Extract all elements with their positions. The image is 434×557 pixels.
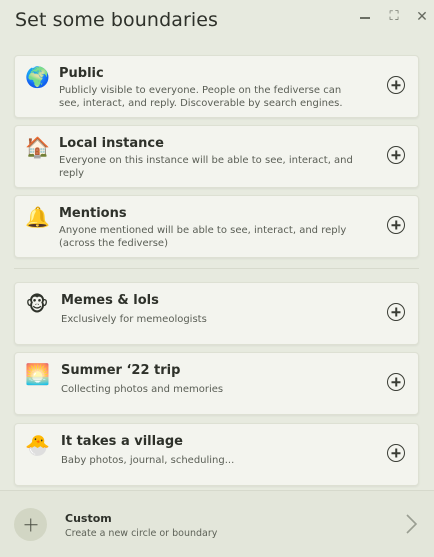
boundary-title: Mentions [59, 206, 127, 221]
circle-description: Exclusively for memeologists [61, 314, 207, 325]
add-circle-button[interactable] [387, 444, 405, 462]
section-divider [14, 268, 419, 269]
add-circle-button[interactable] [387, 303, 405, 321]
sunset-icon: 🌅 [25, 362, 50, 386]
circle-summer-trip[interactable]: 🌅 Summer ‘22 trip Collecting photos and … [14, 352, 419, 415]
boundary-description: Publicly visible to everyone. People on … [59, 85, 343, 109]
minimize-icon[interactable] [357, 9, 373, 25]
bell-icon: 🔔 [25, 205, 50, 229]
plus-icon[interactable] [14, 508, 47, 541]
boundary-public[interactable]: 🌍 Public Publicly visible to everyone. P… [14, 55, 419, 118]
circle-description: Baby photos, journal, scheduling... [61, 455, 235, 466]
add-boundary-button[interactable] [387, 76, 405, 94]
circle-description: Collecting photos and memories [61, 384, 224, 395]
dialog-header: Set some boundaries ⛶ ✕ [0, 0, 434, 44]
circle-title: It takes a village [61, 434, 183, 449]
boundary-description: Anyone mentioned will be able to see, in… [59, 225, 347, 249]
add-boundary-button[interactable] [387, 146, 405, 164]
maximize-icon[interactable]: ⛶ [386, 9, 402, 25]
custom-title: Custom [65, 512, 112, 525]
circle-it-takes-a-village[interactable]: 🐣 It takes a village Baby photos, journa… [14, 423, 419, 486]
boundary-local-instance[interactable]: 🏠 Local instance Everyone on this instan… [14, 125, 419, 188]
circle-title: Summer ‘22 trip [61, 363, 181, 378]
add-boundary-button[interactable] [387, 216, 405, 234]
circle-memes-lols[interactable]: 🐵 Memes & lols Exclusively for memeologi… [14, 282, 419, 345]
chevron-right-icon[interactable] [404, 513, 418, 535]
boundary-title: Local instance [59, 136, 164, 151]
custom-description: Create a new circle or boundary [65, 528, 218, 539]
house-icon: 🏠 [25, 135, 50, 159]
custom-boundary-row[interactable]: Custom Create a new circle or boundary [0, 490, 434, 557]
close-icon[interactable]: ✕ [414, 9, 430, 25]
circle-title: Memes & lols [61, 293, 159, 308]
globe-icon: 🌍 [25, 65, 50, 89]
monkey-icon: 🐵 [25, 292, 49, 316]
boundary-description: Everyone on this instance will be able t… [59, 155, 353, 179]
add-circle-button[interactable] [387, 373, 405, 391]
boundary-title: Public [59, 66, 104, 81]
dialog-title: Set some boundaries [15, 9, 219, 31]
hatching-chick-icon: 🐣 [25, 433, 50, 457]
boundary-mentions[interactable]: 🔔 Mentions Anyone mentioned will be able… [14, 195, 419, 258]
